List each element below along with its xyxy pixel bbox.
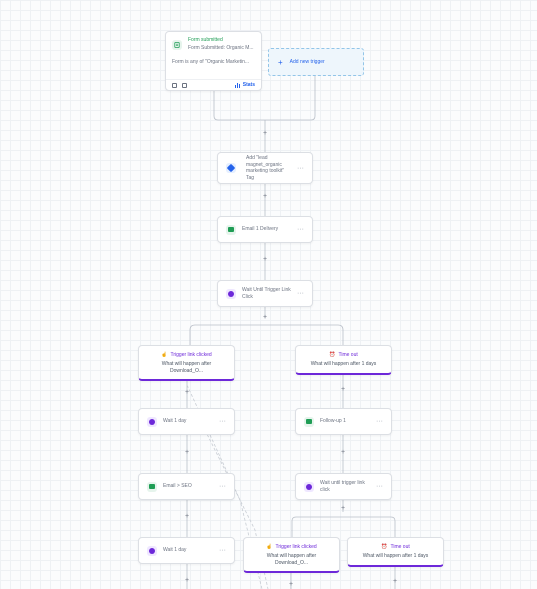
branch-subtitle: What will happen after Download_O... — [161, 361, 212, 374]
alarm-icon: ⏰ — [381, 544, 388, 550]
plus-icon: + — [278, 57, 283, 67]
more-options-icon[interactable]: ··· — [219, 418, 226, 425]
add-step-plus[interactable]: + — [261, 193, 269, 200]
stats-label: Stats — [242, 82, 255, 88]
more-options-icon[interactable]: ··· — [219, 483, 226, 490]
branch-title: Trigger link clicked — [275, 544, 317, 550]
add-step-plus[interactable]: + — [183, 513, 191, 520]
action-add-tag[interactable]: Add "lead magnet_organic marketing toolk… — [217, 152, 313, 184]
trigger-card-form-submitted[interactable]: Form submitted Form Submitted: Organic M… — [165, 31, 262, 91]
action-wait-1-day[interactable]: Wait 1 day ··· — [138, 408, 235, 435]
add-step-plus[interactable]: + — [183, 449, 191, 456]
clock-icon — [226, 288, 236, 299]
action-label: Wait Until Trigger Link Click — [242, 287, 291, 300]
add-step-plus[interactable]: + — [391, 578, 399, 585]
action-label: Email 1 Delivery — [242, 226, 279, 233]
branch-subtitle: What will happen after Download_O... — [266, 553, 317, 566]
form-icon — [172, 40, 182, 50]
more-options-icon[interactable]: ··· — [297, 290, 304, 297]
add-step-plus[interactable]: + — [261, 256, 269, 263]
action-label: Follow-up 1 — [320, 418, 346, 425]
more-options-icon[interactable]: ··· — [219, 547, 226, 554]
action-label: Email > SEO — [163, 483, 192, 490]
more-options-icon[interactable]: ··· — [297, 165, 304, 172]
link-click-icon: ☝ — [266, 544, 273, 550]
add-step-plus[interactable]: + — [339, 449, 347, 456]
stats-button[interactable]: Stats — [234, 82, 255, 88]
action-wait-trigger-link[interactable]: Wait until trigger link click ··· — [295, 473, 392, 500]
envelope-icon — [147, 481, 157, 492]
branch-title: Trigger link clicked — [170, 352, 212, 358]
clock-icon — [304, 481, 314, 492]
trigger-subtitle: Form Submitted: Organic M... — [188, 45, 254, 51]
add-step-plus[interactable]: + — [183, 577, 191, 584]
action-wait-1-day[interactable]: Wait 1 day ··· — [138, 537, 235, 564]
more-options-icon[interactable]: ··· — [297, 226, 304, 233]
branch-time-out[interactable]: ⏰ Time out What will happen after 1 days — [347, 537, 444, 567]
branch-time-out[interactable]: ⏰ Time out What will happen after 1 days — [295, 345, 392, 375]
clock-icon — [147, 416, 157, 427]
action-email-seo[interactable]: Email > SEO ··· — [138, 473, 235, 500]
more-options-icon[interactable]: ··· — [376, 418, 383, 425]
envelope-icon — [226, 224, 236, 235]
alarm-icon: ⏰ — [329, 352, 336, 358]
tag-icon — [226, 163, 236, 173]
add-trigger-label: Add new trigger — [289, 59, 325, 65]
action-label: Wait 1 day — [163, 547, 187, 554]
action-follow-up[interactable]: Follow-up 1 ··· — [295, 408, 392, 435]
link-click-icon: ☝ — [161, 352, 168, 358]
action-email-delivery[interactable]: Email 1 Delivery ··· — [217, 216, 313, 243]
workflow-canvas[interactable]: Form submitted Form Submitted: Organic M… — [0, 0, 537, 589]
add-new-trigger-button[interactable]: + Add new trigger — [268, 48, 364, 76]
add-step-plus[interactable]: + — [339, 386, 347, 393]
branch-subtitle: What will happen after 1 days — [362, 553, 429, 559]
action-label: Add "lead magnet_organic marketing toolk… — [246, 155, 285, 181]
more-options-icon[interactable]: ··· — [376, 483, 383, 490]
trigger-title: Form submitted — [188, 37, 223, 43]
add-step-plus[interactable]: + — [183, 389, 191, 396]
add-step-plus[interactable]: + — [261, 130, 269, 137]
add-step-plus[interactable]: + — [287, 581, 295, 588]
branch-subtitle: What will happen after 1 days — [310, 361, 377, 367]
action-label: Wait until trigger link click — [320, 480, 365, 493]
delete-icon[interactable] — [182, 82, 187, 88]
envelope-icon — [304, 416, 314, 427]
action-label: Wait 1 day — [163, 418, 187, 425]
bar-chart-icon — [234, 82, 240, 88]
trigger-description: Form is any of "Organic Marketin... — [172, 59, 250, 65]
branch-title: Time out — [338, 352, 358, 358]
branch-title: Time out — [390, 544, 410, 550]
add-step-plus[interactable]: + — [339, 505, 347, 512]
add-step-plus[interactable]: + — [261, 314, 269, 321]
branch-trigger-link-clicked[interactable]: ☝ Trigger link clicked What will happen a… — [243, 537, 340, 573]
clock-icon — [147, 545, 157, 556]
action-wait-trigger-link[interactable]: Wait Until Trigger Link Click ··· — [217, 280, 313, 307]
branch-trigger-link-clicked[interactable]: ☝ Trigger link clicked What will happen a… — [138, 345, 235, 381]
copy-icon[interactable] — [172, 82, 177, 88]
